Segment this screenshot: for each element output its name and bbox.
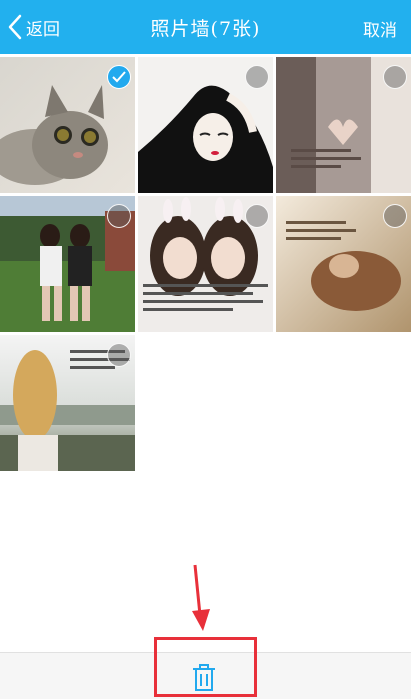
annotation-highlight-box	[154, 637, 257, 697]
chevron-left-icon	[8, 14, 22, 40]
photo-cat[interactable]	[0, 57, 135, 193]
annotation-arrow	[192, 564, 210, 631]
selection-checkbox[interactable]	[245, 65, 269, 89]
selection-checkbox[interactable]	[383, 65, 407, 89]
checkmark-icon	[112, 71, 126, 83]
page-title: 照片墙(7张)	[150, 18, 261, 40]
selection-checkbox[interactable]	[107, 204, 131, 228]
top-bar: 返回 照片墙(7张) 取消	[0, 0, 411, 54]
selection-checkbox[interactable]	[383, 204, 407, 228]
photo-two-girls-field[interactable]	[0, 196, 135, 332]
photo-girl-blonde-back[interactable]	[0, 335, 135, 471]
photo-two-girls-bunny-ears[interactable]	[138, 196, 273, 332]
selection-checkbox[interactable]	[107, 65, 131, 89]
photo-girl-sketch[interactable]	[138, 57, 273, 193]
photo-lying-girl[interactable]	[276, 196, 411, 332]
back-label: 返回	[26, 19, 60, 40]
selection-checkbox[interactable]	[107, 343, 131, 367]
cancel-button[interactable]: 取消	[363, 16, 397, 41]
back-button[interactable]: 返回	[8, 10, 60, 44]
selection-checkbox[interactable]	[245, 204, 269, 228]
photo-heart-hands[interactable]	[276, 57, 411, 193]
